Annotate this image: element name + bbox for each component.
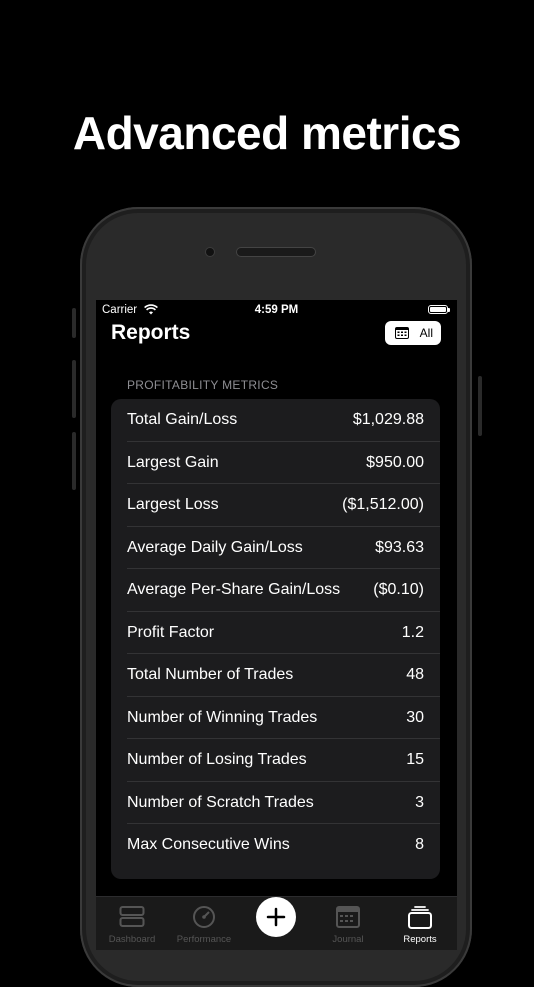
status-bar: Carrier 4:59 PM xyxy=(96,300,457,320)
metric-value: 3 xyxy=(415,793,424,811)
metric-label: Number of Losing Trades xyxy=(127,751,307,769)
metric-value: ($0.10) xyxy=(373,581,424,599)
tab-performance[interactable]: Performance xyxy=(168,897,240,950)
metric-label: Total Gain/Loss xyxy=(127,411,238,429)
power-button xyxy=(478,376,482,436)
metric-row-max-consecutive-wins: Max Consecutive Wins 8 xyxy=(111,824,440,867)
metric-label: Average Daily Gain/Loss xyxy=(127,538,303,556)
metric-row-scratch-trades: Number of Scratch Trades 3 xyxy=(111,782,440,825)
metric-row-avg-daily: Average Daily Gain/Loss $93.63 xyxy=(111,527,440,570)
metric-row-largest-gain: Largest Gain $950.00 xyxy=(111,442,440,485)
status-time: 4:59 PM xyxy=(254,304,299,316)
tab-label: Reports xyxy=(403,934,437,945)
tab-label: Performance xyxy=(176,934,232,945)
metric-row-largest-loss: Largest Loss ($1,512.00) xyxy=(111,484,440,527)
calendar-icon xyxy=(395,327,409,339)
app-screen: Carrier 4:59 PM Reports All PROFITABILIT… xyxy=(96,300,457,950)
metric-row-total-trades: Total Number of Trades 48 xyxy=(111,654,440,697)
tab-reports[interactable]: Reports xyxy=(384,897,456,950)
metric-label: Number of Winning Trades xyxy=(127,708,318,726)
battery-icon xyxy=(428,305,450,314)
reports-icon xyxy=(408,906,432,929)
metric-label: Number of Scratch Trades xyxy=(127,793,314,811)
metric-value: 48 xyxy=(406,666,424,684)
calendar-icon xyxy=(336,906,360,928)
metric-label: Profit Factor xyxy=(127,623,215,641)
add-trade-button[interactable] xyxy=(256,897,296,937)
earpiece-speaker xyxy=(237,248,315,256)
tab-journal[interactable]: Journal xyxy=(312,897,384,950)
volume-up-button xyxy=(72,360,76,418)
front-camera xyxy=(206,248,214,256)
metric-row-losing-trades: Number of Losing Trades 15 xyxy=(111,739,440,782)
headline: Advanced metrics xyxy=(72,107,462,159)
volume-down-button xyxy=(72,432,76,490)
metric-row-profit-factor: Profit Factor 1.2 xyxy=(111,612,440,655)
section-header: PROFITABILITY METRICS xyxy=(127,378,279,392)
metric-label: Total Number of Trades xyxy=(127,666,294,684)
metric-value: 1.2 xyxy=(401,623,424,641)
mute-switch xyxy=(72,308,76,338)
metric-row-winning-trades: Number of Winning Trades 30 xyxy=(111,697,440,740)
metric-row-total-gain-loss: Total Gain/Loss $1,029.88 xyxy=(111,399,440,442)
date-filter-button[interactable]: All xyxy=(385,321,441,345)
tab-label: Dashboard xyxy=(108,934,156,945)
metrics-list: Total Gain/Loss $1,029.88 Largest Gain $… xyxy=(111,399,440,879)
metric-label: Average Per-Share Gain/Loss xyxy=(127,581,341,599)
plus-icon xyxy=(266,907,286,927)
metric-label: Largest Gain xyxy=(127,453,219,471)
metric-label: Largest Loss xyxy=(127,496,219,514)
tab-label: Journal xyxy=(332,934,364,945)
dashboard-icon xyxy=(119,906,145,927)
metric-value: $1,029.88 xyxy=(352,411,424,429)
date-filter-label: All xyxy=(419,326,433,340)
metric-value: 8 xyxy=(415,836,424,854)
metric-value: 15 xyxy=(406,751,424,769)
metric-label: Max Consecutive Wins xyxy=(127,836,290,854)
metric-value: $950.00 xyxy=(366,453,424,471)
gauge-icon xyxy=(193,906,215,928)
metric-value: ($1,512.00) xyxy=(342,496,424,514)
metric-row-avg-per-share: Average Per-Share Gain/Loss ($0.10) xyxy=(111,569,440,612)
tab-bar: Dashboard Performance Journal Reports xyxy=(96,896,457,950)
metric-value: 30 xyxy=(406,708,424,726)
page-title: Reports xyxy=(111,321,191,344)
metric-value: $93.63 xyxy=(375,538,424,556)
tab-dashboard[interactable]: Dashboard xyxy=(96,897,168,950)
